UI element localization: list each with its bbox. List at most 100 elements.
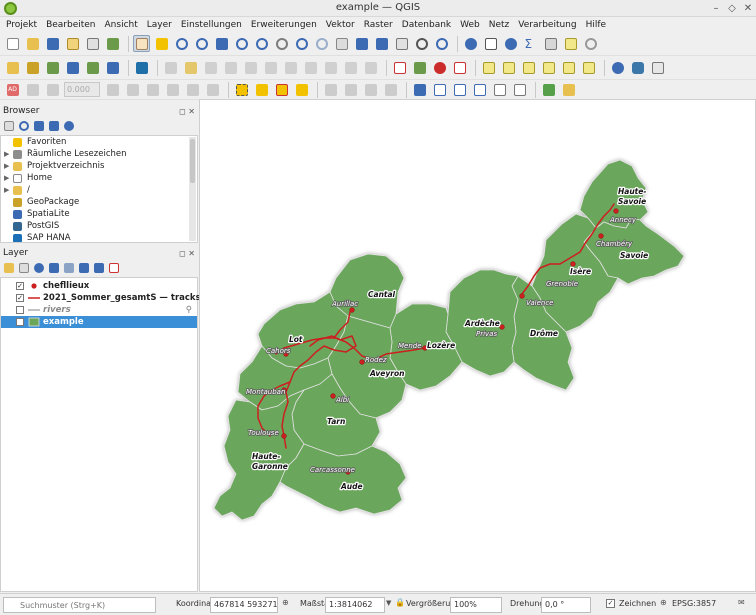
browser-item-postgis[interactable]: PostGIS bbox=[1, 220, 197, 232]
zoom-next-button[interactable] bbox=[313, 35, 330, 52]
save-edits-button[interactable] bbox=[202, 59, 219, 76]
browser-item-sap-hana[interactable]: SAP HANA bbox=[1, 232, 197, 242]
browser-item-favoriten[interactable]: Favoriten bbox=[1, 136, 197, 148]
scale-dropdown-icon[interactable]: ▼ bbox=[386, 599, 391, 607]
refresh-browser-icon[interactable] bbox=[19, 121, 29, 131]
point-rodez[interactable] bbox=[359, 359, 365, 365]
panel-float-close-icon[interactable]: ◻ ✕ bbox=[179, 105, 195, 118]
zoom-in-button[interactable] bbox=[173, 35, 190, 52]
measure-button[interactable] bbox=[542, 35, 559, 52]
pan-to-selection-button[interactable] bbox=[153, 35, 170, 52]
point-toulouse[interactable] bbox=[281, 433, 287, 439]
add-delimited-text-button[interactable] bbox=[64, 59, 81, 76]
show-labels-button[interactable] bbox=[480, 59, 497, 76]
measure-line-button[interactable] bbox=[511, 81, 528, 98]
new-print-layout-button[interactable] bbox=[64, 35, 81, 52]
point-valence[interactable] bbox=[519, 293, 525, 299]
close-icon[interactable]: ✕ bbox=[742, 3, 754, 14]
redo-button[interactable] bbox=[362, 59, 379, 76]
graphic-modeler-button[interactable] bbox=[560, 81, 577, 98]
filter-expression-icon[interactable] bbox=[64, 263, 74, 273]
reshape-button[interactable] bbox=[204, 81, 221, 98]
attribute-table-button[interactable] bbox=[482, 35, 499, 52]
value-field[interactable]: 0.000 bbox=[64, 82, 100, 97]
vertex-tool-button[interactable] bbox=[242, 59, 259, 76]
browser-item-root[interactable]: ▶ / bbox=[1, 184, 197, 196]
delete-selected-button[interactable] bbox=[262, 59, 279, 76]
digitize-button[interactable] bbox=[84, 59, 101, 76]
render-checkbox[interactable]: ✓ bbox=[606, 599, 615, 608]
rotation-field[interactable]: 0,0 ° bbox=[541, 597, 591, 613]
point-aurillac[interactable] bbox=[349, 307, 355, 313]
expand-arrow-icon[interactable]: ▶ bbox=[4, 148, 9, 160]
map-canvas[interactable]: Haute- Savoie Savoie Isère Drôme Ardèche… bbox=[199, 99, 756, 592]
layer-visibility-checkbox[interactable] bbox=[16, 306, 24, 314]
fill-ring-button[interactable] bbox=[184, 81, 201, 98]
add-group-icon[interactable] bbox=[19, 263, 29, 273]
globe-icon[interactable]: ⊕ bbox=[660, 598, 667, 607]
map-svg[interactable]: Haute- Savoie Savoie Isère Drôme Ardèche… bbox=[200, 100, 756, 592]
edit-pencil-button[interactable] bbox=[162, 59, 179, 76]
zoom-out-button[interactable] bbox=[193, 35, 210, 52]
point-annecy[interactable] bbox=[613, 208, 619, 214]
menu-layer[interactable]: Layer bbox=[147, 20, 172, 30]
undo-button[interactable] bbox=[342, 59, 359, 76]
browser-item-home[interactable]: ▶ Home bbox=[1, 172, 197, 184]
topology-button[interactable] bbox=[104, 81, 121, 98]
data-source-manager-button[interactable] bbox=[4, 59, 21, 76]
offset-curve-button[interactable] bbox=[382, 81, 399, 98]
scale-field[interactable]: 1:3814062 bbox=[325, 597, 385, 613]
menu-hilfe[interactable]: Hilfe bbox=[586, 20, 606, 30]
show-bookmarks-button[interactable] bbox=[393, 35, 410, 52]
diagram-button[interactable] bbox=[431, 59, 448, 76]
settings-button[interactable] bbox=[502, 35, 519, 52]
label-settings-button[interactable] bbox=[411, 81, 428, 98]
layer-visibility-checkbox[interactable]: ✓ bbox=[16, 294, 24, 302]
globe-button[interactable] bbox=[609, 59, 626, 76]
new-map-view-button[interactable] bbox=[333, 35, 350, 52]
menu-ansicht[interactable]: Ansicht bbox=[105, 20, 138, 30]
statistics-button[interactable]: Σ bbox=[522, 35, 539, 52]
pan-button[interactable] bbox=[133, 35, 150, 52]
point-grenoble[interactable] bbox=[570, 261, 576, 267]
layer-item-tracks[interactable]: ✓ 2021_Sommer_gesamtS — tracks bbox=[1, 292, 201, 304]
hide-label-button[interactable] bbox=[560, 59, 577, 76]
layer-labeling-button[interactable] bbox=[411, 59, 428, 76]
add-raster-button[interactable] bbox=[104, 59, 121, 76]
zoom-native-button[interactable] bbox=[273, 35, 290, 52]
zoom-layer-button[interactable] bbox=[253, 35, 270, 52]
save-project-button[interactable] bbox=[44, 35, 61, 52]
pin-all-labels-button[interactable] bbox=[580, 59, 597, 76]
browser-scrollbar[interactable] bbox=[189, 137, 196, 241]
menu-erweiterungen[interactable]: Erweiterungen bbox=[251, 20, 317, 30]
point-albi[interactable] bbox=[330, 393, 336, 399]
add-layer-button[interactable] bbox=[24, 59, 41, 76]
add-selected-layer-icon[interactable] bbox=[4, 121, 14, 131]
remove-layer-icon[interactable] bbox=[109, 263, 119, 273]
menu-web[interactable]: Web bbox=[460, 20, 480, 30]
temporal-controller-button[interactable] bbox=[413, 35, 430, 52]
minimize-icon[interactable]: – bbox=[710, 3, 722, 14]
new-project-button[interactable] bbox=[4, 35, 21, 52]
panel-float-close-icon[interactable]: ◻ ✕ bbox=[179, 247, 195, 260]
change-label-button[interactable] bbox=[540, 59, 557, 76]
layer-styling-icon[interactable] bbox=[4, 263, 14, 273]
identify-button[interactable] bbox=[462, 35, 479, 52]
select-location-button[interactable] bbox=[293, 81, 310, 98]
maximize-icon[interactable]: ◇ bbox=[726, 3, 738, 14]
select-features-button[interactable] bbox=[233, 81, 250, 98]
paste-features-button[interactable] bbox=[322, 59, 339, 76]
rotate-label-button[interactable] bbox=[520, 59, 537, 76]
browser-item-spatialite[interactable]: SpatiaLite bbox=[1, 208, 197, 220]
filter-legend-icon[interactable] bbox=[49, 263, 59, 273]
style-manager-button[interactable] bbox=[104, 35, 121, 52]
snap-options-button[interactable] bbox=[44, 81, 61, 98]
expand-arrow-icon[interactable]: ▶ bbox=[4, 160, 9, 172]
zoom-selection-button[interactable] bbox=[233, 35, 250, 52]
lock-icon[interactable]: 🔒 bbox=[395, 598, 405, 607]
move-label-button[interactable] bbox=[500, 59, 517, 76]
new-3d-view-button[interactable] bbox=[353, 35, 370, 52]
messages-icon[interactable]: ✉ bbox=[738, 598, 745, 607]
add-feature-button[interactable] bbox=[222, 59, 239, 76]
menu-vektor[interactable]: Vektor bbox=[326, 20, 355, 30]
